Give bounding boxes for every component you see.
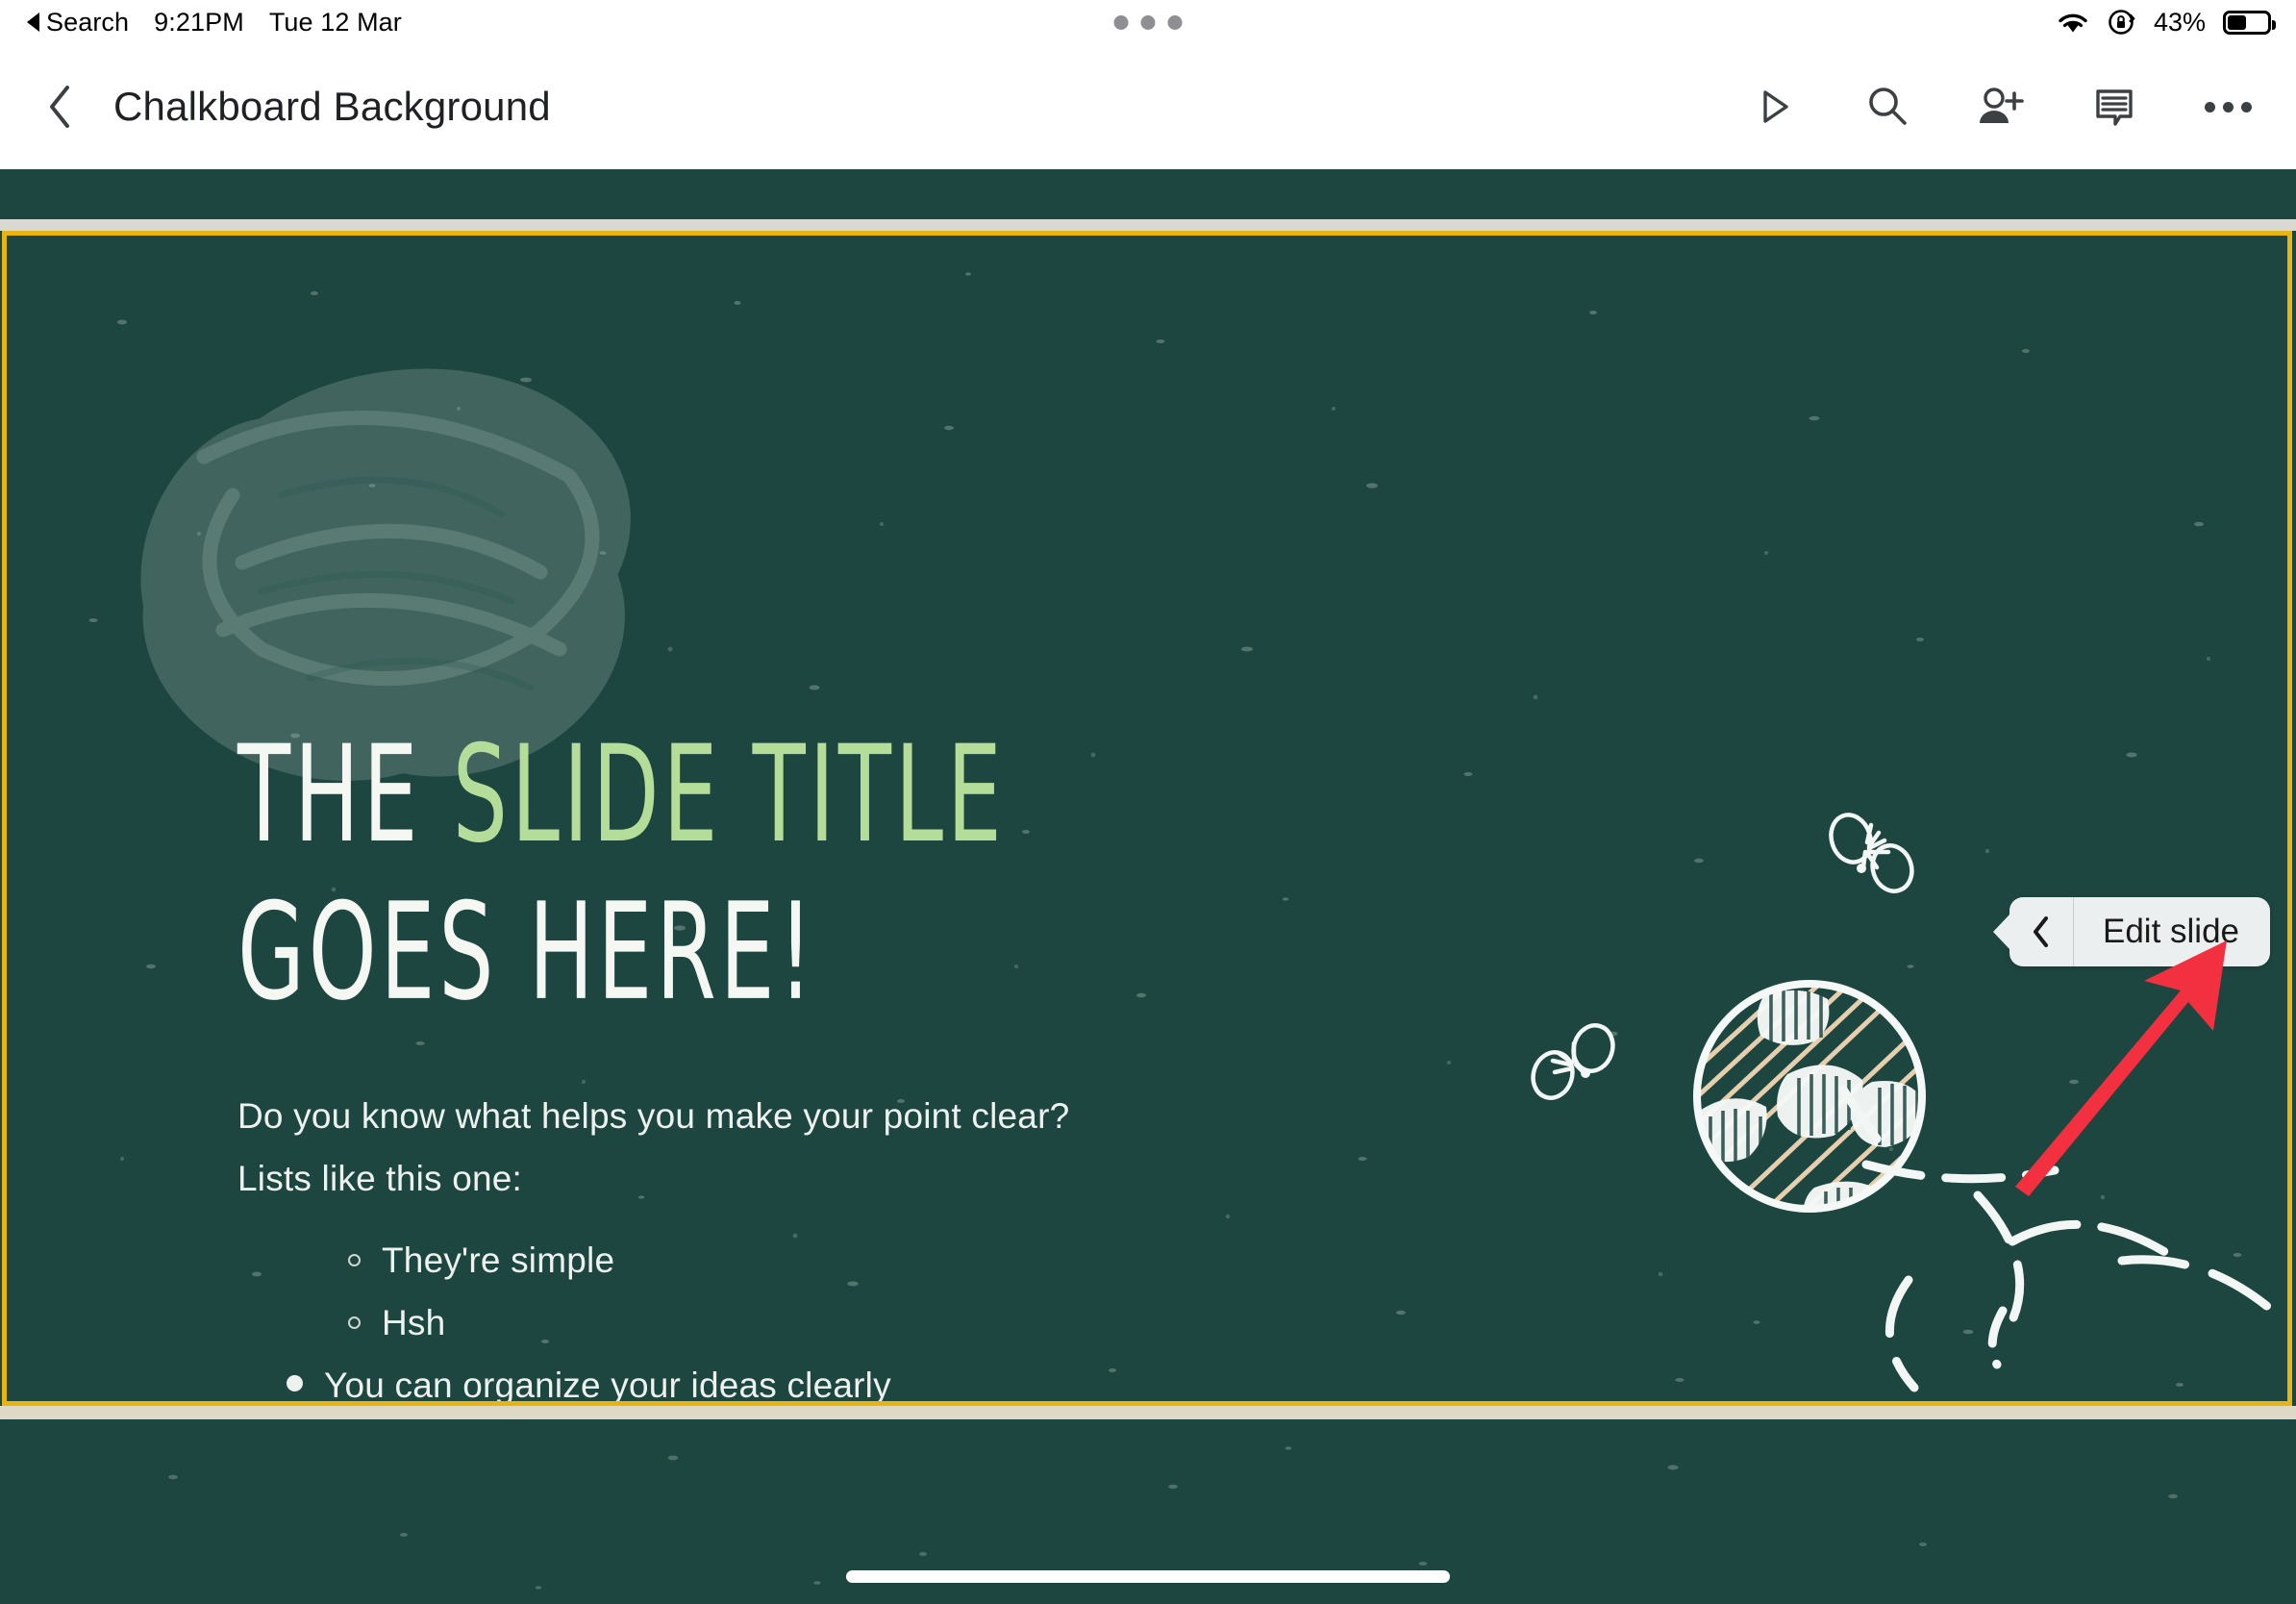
slide-body[interactable]: Do you know what helps you make your poi… <box>237 1096 1069 1401</box>
more-options-button[interactable] <box>2192 71 2263 142</box>
play-triangle-icon <box>1763 90 1788 123</box>
ipad-screen: Search 9:21PM Tue 12 Mar 43% Chalkboard … <box>0 0 2296 1604</box>
battery-percent: 43% <box>2153 7 2206 37</box>
bullet-hollow-icon <box>237 1316 382 1329</box>
list-item: You can organize your ideas clearly <box>237 1366 1069 1401</box>
slide-title-highlight: SLIDE TITLE <box>452 716 1006 873</box>
slide-divider-top <box>0 219 2296 231</box>
bullet-filled-icon <box>237 1374 324 1391</box>
dot <box>1167 15 1183 30</box>
chevron-left-icon <box>50 86 69 128</box>
list-item-label: They're simple <box>382 1240 615 1280</box>
app-toolbar: Chalkboard Background <box>0 44 2296 169</box>
status-time: 9:21PM <box>154 7 244 37</box>
status-bar-right: 43% <box>2056 0 2276 44</box>
wifi-icon <box>2059 13 2087 32</box>
butterfly-doodle-icon <box>1829 813 1914 893</box>
slide-title-the: THE <box>237 716 453 873</box>
search-icon <box>1869 88 1907 125</box>
body-line-1: Do you know what helps you make your poi… <box>237 1096 1070 1136</box>
slide-bullet-list[interactable]: They're simple Hsh You can organize your… <box>237 1241 1069 1401</box>
comments-button[interactable] <box>2079 71 2150 142</box>
tooltip-back-button[interactable] <box>2009 897 2074 966</box>
sketched-globe-icon <box>1693 980 1926 1213</box>
edit-slide-tooltip[interactable]: Edit slide <box>2009 897 2271 966</box>
search-button[interactable] <box>1852 71 1923 142</box>
dot <box>2204 101 2215 113</box>
back-button[interactable] <box>33 80 87 134</box>
list-item: Hsh <box>237 1303 1069 1344</box>
slide-title-line-1: THE SLIDE TITLE <box>237 716 1006 874</box>
status-back-to-search[interactable]: Search <box>27 8 129 38</box>
active-slide[interactable]: THE SLIDE TITLE GOES HERE! Do you know w… <box>2 231 2292 1406</box>
previous-slide-sliver[interactable] <box>0 169 2296 219</box>
battery-fill <box>2228 14 2246 30</box>
chevron-left-icon <box>2034 916 2048 947</box>
share-button[interactable] <box>1965 71 2036 142</box>
status-bar-left: Search 9:21PM Tue 12 Mar <box>27 8 402 38</box>
dot <box>1140 15 1156 30</box>
status-date: Tue 12 Mar <box>268 7 402 37</box>
more-horizontal-icon <box>2204 101 2252 113</box>
status-bar: Search 9:21PM Tue 12 Mar 43% <box>0 0 2296 44</box>
butterfly-doodle-icon <box>1531 1023 1615 1100</box>
dot <box>2222 101 2234 113</box>
slide-title[interactable]: THE SLIDE TITLE GOES HERE! <box>237 716 1006 1032</box>
status-back-label: Search <box>46 7 130 37</box>
rotation-lock-icon <box>2109 10 2135 35</box>
body-line-2: Lists like this one: <box>237 1158 523 1198</box>
list-item: They're simple <box>237 1241 1069 1282</box>
slide-divider-bottom <box>0 1406 2296 1419</box>
edit-slide-label: Edit slide <box>2103 913 2240 950</box>
person-add-icon <box>1980 88 2024 123</box>
dashed-curve-doodle-icon <box>1838 1085 2287 1392</box>
multitask-dots-icon[interactable] <box>1113 15 1183 30</box>
page-title: Chalkboard Background <box>113 84 551 129</box>
dot <box>1113 15 1129 30</box>
list-item-label: You can organize your ideas clearly <box>324 1365 891 1401</box>
present-button[interactable] <box>1738 71 1809 142</box>
back-triangle-icon <box>27 13 39 32</box>
list-item-label: Hsh <box>382 1302 446 1342</box>
slide-title-line-2: GOES HERE! <box>237 874 817 1031</box>
home-indicator[interactable] <box>846 1570 1450 1583</box>
slide-deck[interactable]: THE SLIDE TITLE GOES HERE! Do you know w… <box>0 169 2296 1604</box>
dot <box>2240 101 2252 113</box>
battery-icon <box>2223 10 2276 35</box>
comment-icon <box>2096 89 2133 126</box>
toolbar-actions <box>1738 44 2263 169</box>
bullet-hollow-icon <box>237 1253 382 1266</box>
